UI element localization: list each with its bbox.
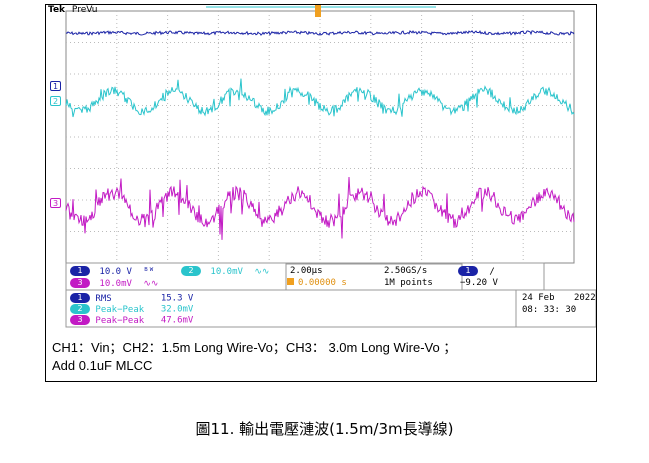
trigger-position-marker [315, 5, 321, 17]
ch2-setting: 2 10.0mV ∿∿ [181, 266, 269, 277]
trigger-icon [287, 278, 294, 285]
bw-limit-icon: ᴮᵂ [143, 266, 155, 277]
bw-limit-icon: ∿∿ [143, 278, 159, 289]
record-length: 1M points [384, 278, 433, 288]
year-text: 2022 [573, 293, 596, 303]
ch2-scale: 10.0mV [210, 266, 243, 277]
meas3-badge: 3 [70, 315, 90, 325]
meas2-name: Peak−Peak [95, 304, 145, 315]
figure-frame: Tek PreVu 1 2 3 1 10.0 V ᴮᵂ 3 10.0mV ∿∿ … [45, 4, 597, 382]
measurement-row: 2 Peak−Peak 32.0mV [70, 304, 193, 315]
acquisition-state: PreVu [71, 5, 98, 15]
ch1-setting: 1 10.0 V ᴮᵂ [70, 266, 154, 277]
meas3-value: 47.6mV [160, 315, 194, 326]
caption-line: CH1：Vin；CH2：1.5m Long Wire-Vo；CH3： 3.0m … [52, 340, 457, 355]
trigger-offset: 0.00000 s [298, 278, 347, 288]
ch1-ground-marker: 1 [50, 81, 61, 91]
ch1-badge: 1 [70, 266, 90, 276]
caption-line: Add 0.1uF MLCC [52, 358, 153, 373]
measurement-row: 1 RMS 15.3 V [70, 293, 193, 304]
timebase: 2.00µs [290, 266, 323, 276]
meas1-name: RMS [95, 293, 112, 304]
ch1-scale: 10.0 V [99, 266, 132, 277]
measurement-row: 3 Peak−Peak 47.6mV [70, 315, 193, 326]
sample-rate: 2.50GS/s [384, 266, 428, 276]
oscilloscope-screenshot: Tek PreVu 1 2 3 1 10.0 V ᴮᵂ 3 10.0mV ∿∿ … [46, 5, 596, 328]
ch2-ground-marker: 2 [50, 96, 61, 106]
meas2-value: 32.0mV [160, 304, 194, 315]
trigger-slope: / [489, 266, 495, 277]
trigger-ch-badge: 1 [458, 266, 478, 276]
ch3-scale: 10.0mV [99, 278, 132, 289]
figure-caption-box: CH1：Vin；CH2：1.5m Long Wire-Vo；CH3： 3.0m … [52, 339, 592, 375]
meas3-name: Peak−Peak [95, 315, 145, 326]
date: 24 Feb 2022 [522, 293, 596, 303]
figure-title: 圖11. 輸出電壓漣波(1.5m/3m長導線) [195, 420, 454, 438]
meas2-badge: 2 [70, 304, 90, 314]
meas1-value: 15.3 V [160, 293, 194, 304]
ch3-badge: 3 [70, 278, 90, 288]
brand-logo: Tek [48, 5, 66, 15]
trigger-level: −9.20 V [460, 278, 498, 288]
trigger-source: 1 / [458, 266, 495, 277]
time-text: 08: 33: 30 [522, 305, 577, 315]
date-text: 24 Feb [522, 293, 555, 303]
bw-limit-icon: ∿∿ [254, 266, 270, 277]
ch3-setting: 3 10.0mV ∿∿ [70, 278, 158, 289]
meas1-badge: 1 [70, 293, 90, 303]
scope-header: Tek PreVu [48, 5, 97, 15]
ch2-badge: 2 [181, 266, 201, 276]
ch3-ground-marker: 3 [50, 198, 61, 208]
